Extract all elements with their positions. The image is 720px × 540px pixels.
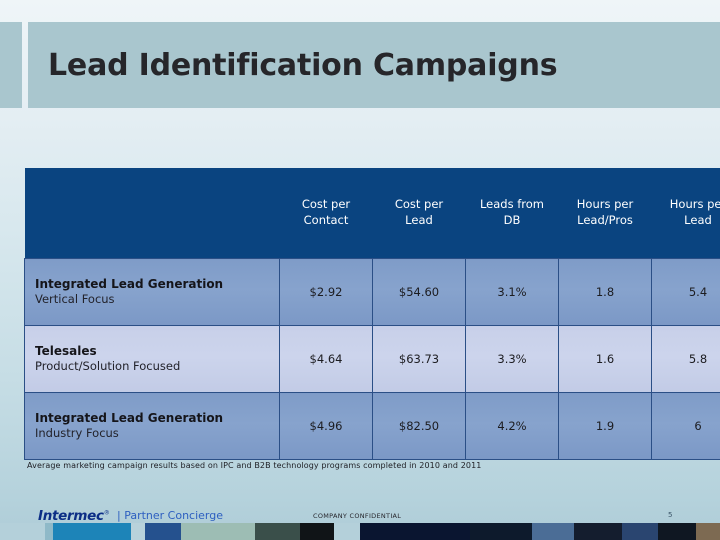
- filmstrip-segment-9: [360, 523, 470, 540]
- campaign-title: Integrated Lead Generation: [35, 411, 224, 426]
- filmstrip-segment-4: [145, 523, 181, 540]
- confidentiality-notice: COMPANY CONFIDENTIAL: [313, 512, 402, 520]
- table-cell-leads-from-db: 3.1%: [465, 258, 559, 326]
- page-number: 5: [668, 511, 673, 519]
- table-cell-cost-per-lead: $54.60: [372, 258, 466, 326]
- header-line-1: Cost per: [394, 197, 444, 212]
- source-footnote: Average marketing campaign results based…: [27, 461, 482, 470]
- filmstrip-segment-15: [696, 523, 720, 540]
- title-accent-strip: [0, 22, 22, 108]
- page-title: Lead Identification Campaigns: [48, 48, 558, 83]
- filmstrip-segment-8: [334, 523, 360, 540]
- filmstrip-segment-1: [45, 523, 53, 540]
- header-line-2: Lead: [684, 213, 712, 227]
- table-cell-cost-per-contact: $4.96: [279, 392, 373, 460]
- header-line-1: Leads from: [479, 197, 545, 212]
- table-cell-cost-per-lead: $82.50: [372, 392, 466, 460]
- table-cell-cost-per-contact: $4.64: [279, 325, 373, 393]
- table-header-hours-per-lead-pros: Hours per Lead/Pros: [558, 168, 652, 259]
- filmstrip-segment-14: [658, 523, 696, 540]
- table-body: Integrated Lead Generation Vertical Focu…: [24, 258, 720, 460]
- table-cell-hours-per-lead: 5.4: [651, 258, 720, 326]
- table-header-cost-per-lead: Cost per Lead: [372, 168, 466, 259]
- table-row: Integrated Lead Generation Industry Focu…: [24, 392, 720, 460]
- table-header-hours-per-lead: Hours per Lead: [651, 168, 720, 259]
- table-cell-leads-from-db: 4.2%: [465, 392, 559, 460]
- table-cell-hours-per-lead-pros: 1.8: [558, 258, 652, 326]
- filmstrip-segment-3: [131, 523, 145, 540]
- table-cell-leads-from-db: 3.3%: [465, 325, 559, 393]
- table-row: Telesales Product/Solution Focused $4.64…: [24, 325, 720, 393]
- header-line-2: DB: [503, 213, 521, 227]
- campaign-results-table-container: Cost per Contact Cost per Lead Leads fro…: [24, 168, 720, 460]
- filmstrip-segment-2: [53, 523, 131, 540]
- filmstrip-segment-6: [255, 523, 300, 540]
- table-cell-hours-per-lead: 5.8: [651, 325, 720, 393]
- intermec-logo-text: Intermec: [38, 508, 104, 524]
- campaign-subtitle: Product/Solution Focused: [35, 359, 181, 374]
- filmstrip-segment-13: [622, 523, 658, 540]
- table-cell-campaign-name: Integrated Lead Generation Industry Focu…: [24, 392, 280, 460]
- header-line-1: Hours per: [669, 197, 720, 212]
- filmstrip-segment-10: [470, 523, 532, 540]
- header-line-1: Hours per: [576, 197, 634, 212]
- header-line-2: Lead/Pros: [577, 213, 633, 227]
- table-cell-hours-per-lead-pros: 1.6: [558, 325, 652, 393]
- filmstrip-segment-12: [574, 523, 622, 540]
- intermec-logo: Intermec®: [38, 508, 110, 524]
- campaign-subtitle: Industry Focus: [35, 426, 119, 441]
- header-line-2: Contact: [303, 213, 349, 227]
- table-cell-campaign-name: Telesales Product/Solution Focused: [24, 325, 280, 393]
- campaign-title: Integrated Lead Generation: [35, 277, 224, 292]
- footer-filmstrip: [0, 523, 720, 540]
- campaign-results-table: Cost per Contact Cost per Lead Leads fro…: [24, 168, 720, 460]
- table-row: Integrated Lead Generation Vertical Focu…: [24, 258, 720, 326]
- table-header-row: Cost per Contact Cost per Lead Leads fro…: [24, 168, 720, 259]
- table-cell-hours-per-lead: 6: [651, 392, 720, 460]
- table-header-corner: [24, 168, 280, 259]
- table-header-cost-per-contact: Cost per Contact: [279, 168, 373, 259]
- header-line-1: Cost per: [301, 197, 351, 212]
- table-header-leads-from-db: Leads from DB: [465, 168, 559, 259]
- header-line-2: Lead: [405, 213, 433, 227]
- filmstrip-segment-5: [181, 523, 255, 540]
- table-cell-hours-per-lead-pros: 1.9: [558, 392, 652, 460]
- campaign-title: Telesales: [35, 344, 97, 359]
- partner-concierge-label: | Partner Concierge: [117, 509, 224, 522]
- campaign-subtitle: Vertical Focus: [35, 292, 115, 307]
- table-cell-campaign-name: Integrated Lead Generation Vertical Focu…: [24, 258, 280, 326]
- table-cell-cost-per-contact: $2.92: [279, 258, 373, 326]
- table-header: Cost per Contact Cost per Lead Leads fro…: [24, 168, 720, 259]
- filmstrip-segment-0: [0, 523, 45, 540]
- filmstrip-segment-7: [300, 523, 334, 540]
- table-cell-cost-per-lead: $63.73: [372, 325, 466, 393]
- registered-mark-icon: ®: [103, 509, 110, 517]
- filmstrip-segment-11: [532, 523, 574, 540]
- slide-canvas: Lead Identification Campaigns Cost per C…: [0, 0, 720, 540]
